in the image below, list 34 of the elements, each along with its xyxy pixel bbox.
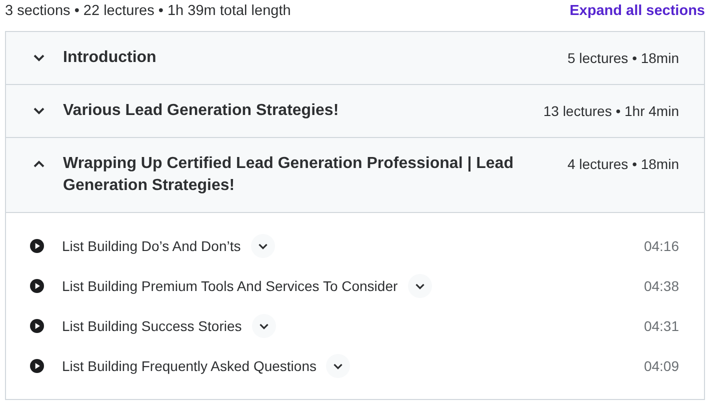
- chevron-down-icon: [33, 107, 45, 115]
- chevron-up-icon: [33, 160, 45, 168]
- play-icon: [30, 279, 44, 293]
- lecture-title[interactable]: List Building Frequently Asked Questions: [62, 356, 316, 376]
- lecture-title[interactable]: List Building Success Stories: [62, 316, 242, 336]
- lecture-details-button[interactable]: [326, 354, 350, 378]
- lecture-details-button[interactable]: [252, 314, 276, 338]
- section-header[interactable]: Introduction 5 lectures • 18min: [6, 32, 704, 85]
- lecture-duration: 04:38: [644, 276, 679, 296]
- lecture-duration: 04:09: [644, 356, 679, 376]
- lecture-title[interactable]: List Building Premium Tools And Services To Consider: [62, 276, 398, 296]
- chevron-down-icon: [258, 322, 269, 330]
- section-title: Various Lead Generation Strategies!: [63, 101, 340, 121]
- chevron-down-icon: [258, 242, 268, 250]
- section-meta: 13 lectures • 1hr 4min: [543, 102, 679, 121]
- section-title: Wrapping Up Certified Lead Generation Professional | Lead Generation Strategies!: [63, 154, 514, 196]
- lecture-duration: 04:31: [644, 316, 679, 336]
- lecture-details-button[interactable]: [250, 234, 275, 258]
- course-summary: 3 sections • 22 lectures • 1h 39m total length: [5, 2, 291, 22]
- chevron-down-icon: [414, 282, 425, 290]
- section-header[interactable]: Various Lead Generation Strategies! 13 lectures • 1hr 4min: [6, 85, 704, 138]
- section-meta: 5 lectures • 18min: [567, 49, 679, 68]
- section-header[interactable]: Wrapping Up Certified Lead Generation Professional | Lead Generation Strategies! 4 lectures • 18min: [6, 138, 704, 213]
- expand-all-link[interactable]: Expand all sections: [570, 1, 705, 23]
- play-icon: [30, 239, 44, 253]
- chevron-down-icon: [333, 362, 344, 370]
- section-meta: 4 lectures • 18min: [567, 155, 679, 174]
- play-icon: [30, 319, 44, 333]
- chevron-down-icon: [33, 54, 45, 62]
- section-title: Introduction: [63, 48, 158, 68]
- lecture-details-button[interactable]: [408, 274, 432, 298]
- play-icon: [30, 359, 44, 373]
- lecture-duration: 04:16: [644, 236, 679, 256]
- lecture-title[interactable]: List Building Do’s And Don’ts: [62, 236, 241, 256]
